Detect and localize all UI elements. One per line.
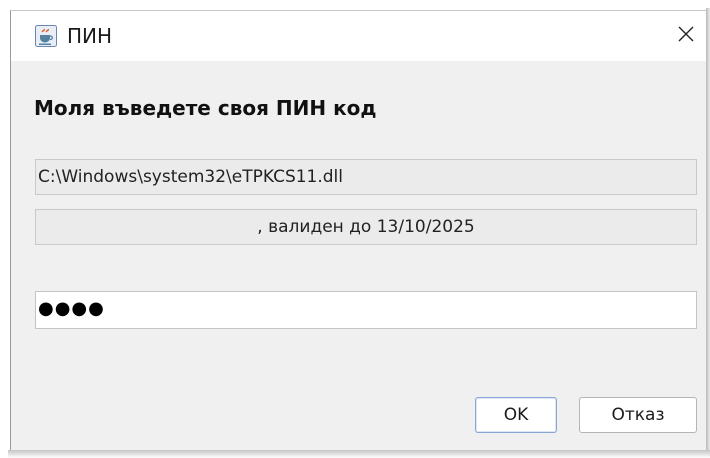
dialog-heading: Моля въведете своя ПИН код (34, 96, 377, 120)
cancel-button[interactable]: Отказ (579, 397, 697, 433)
certificate-validity-field: , валиден до 13/10/2025 (35, 209, 697, 245)
window-title: ПИН (67, 24, 113, 48)
java-coffee-cup-icon (35, 25, 57, 47)
ok-button[interactable]: OK (475, 397, 557, 433)
pin-dialog-window: ПИН Моля въведете своя ПИН код C:\Window… (10, 10, 706, 450)
titlebar: ПИН (11, 11, 706, 61)
window-shadow-bottom (8, 450, 710, 458)
window-shadow-right (706, 8, 710, 458)
pin-input[interactable]: ●●●● (35, 291, 697, 329)
dialog-content: Моля въведете своя ПИН код C:\Windows\sy… (11, 61, 706, 450)
close-icon (677, 25, 695, 47)
close-button[interactable] (671, 21, 701, 51)
library-path-field: C:\Windows\system32\eTPKCS11.dll (35, 159, 697, 195)
screen: ПИН Моля въведете своя ПИН код C:\Window… (0, 0, 710, 458)
